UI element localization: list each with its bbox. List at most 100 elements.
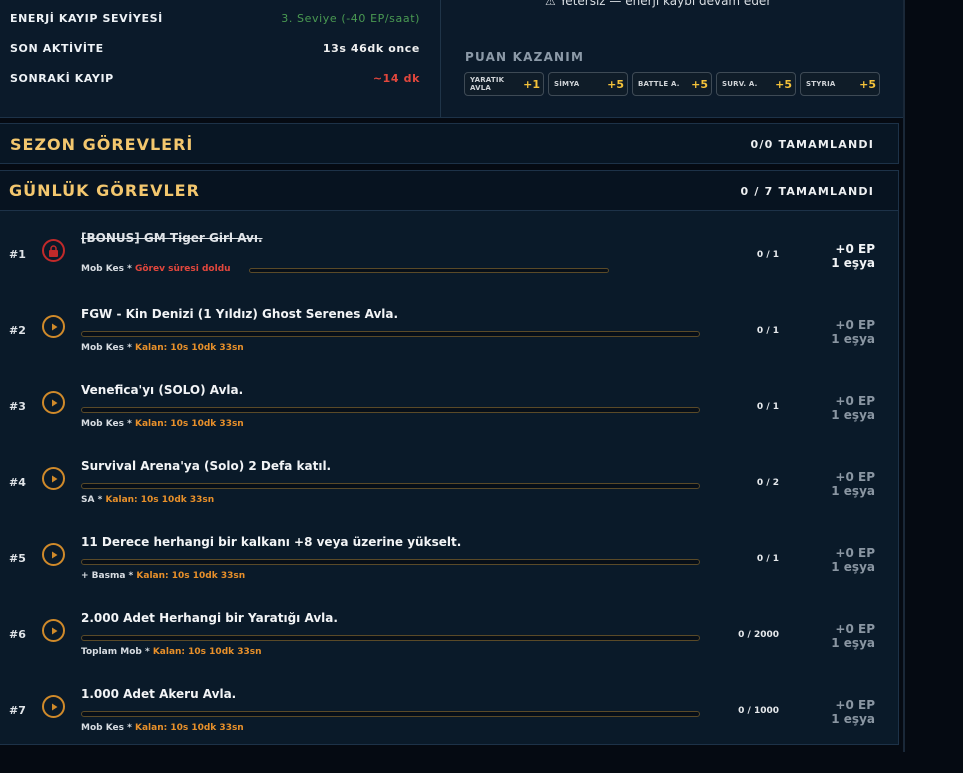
quest-reward: +0 EP 1 eşya — [815, 242, 875, 270]
next-loss-label: SONRAKİ KAYIP — [10, 71, 114, 85]
quest-progress: 0 / 1000 — [738, 706, 779, 716]
quest-category: Mob Kes * — [81, 419, 132, 429]
energy-panel: ENERJİ KAYIP SEVİYESİ 3. Seviye (-40 EP/… — [0, 0, 905, 118]
quest-row[interactable]: #5 11 Derece herhangi bir kalkanı +8 vey… — [0, 516, 899, 592]
quest-timer: Kalan: 10s 10dk 33sn — [105, 495, 215, 505]
quest-title: 1.000 Adet Akeru Avla. — [81, 687, 237, 701]
quest-subtitle: Mob Kes * Görev süresi doldu — [81, 264, 231, 274]
last-activity-label: SON AKTİVİTE — [10, 41, 104, 55]
quest-reward-ep: +0 EP — [835, 242, 875, 256]
quest-category: SA * — [81, 495, 103, 505]
quest-progress: 0 / 2 — [756, 478, 779, 488]
quest-row[interactable]: #7 1.000 Adet Akeru Avla. Mob Kes * Kala… — [0, 668, 899, 744]
play-icon[interactable] — [42, 543, 65, 566]
quest-status: Görev süresi doldu — [134, 264, 231, 274]
quest-progress-bar — [81, 559, 700, 565]
play-icon[interactable] — [42, 695, 65, 718]
quest-progress: 0 / 1 — [756, 326, 779, 336]
season-quests-header[interactable]: SEZON GÖREVLERİ 0/0 TAMAMLANDI — [0, 123, 899, 164]
quest-progress-bar — [81, 331, 700, 337]
play-icon[interactable] — [42, 391, 65, 414]
energy-level-label: ENERJİ KAYIP SEVİYESİ — [10, 11, 163, 25]
quest-timer: Kalan: 10s 10dk 33sn — [136, 571, 246, 581]
quest-category: Mob Kes * — [81, 264, 132, 274]
energy-warning: ⚠ Yetersiz — enerji kaybı devam eder — [545, 0, 772, 8]
puan-title: PUAN KAZANIM — [465, 50, 585, 64]
daily-quests-header[interactable]: GÜNLÜK GÖREVLER 0 / 7 TAMAMLANDI — [0, 171, 898, 211]
quest-row[interactable]: #4 Survival Arena'ya (Solo) 2 Defa katıl… — [0, 440, 899, 516]
quest-row[interactable]: #1 [BONUS] GM Tiger Girl Avı. Mob Kes * … — [0, 212, 899, 288]
quest-subtitle: Toplam Mob * Kalan: 10s 10dk 33sn — [81, 647, 262, 657]
quest-title: Venefica'yı (SOLO) Avla. — [81, 383, 244, 397]
quest-reward-ep: +0 EP — [835, 470, 875, 484]
quest-row[interactable]: #6 2.000 Adet Herhangi bir Yaratığı Avla… — [0, 592, 899, 668]
season-quests-count: 0/0 TAMAMLANDI — [750, 138, 874, 151]
puan-button-yaratik[interactable]: YARATIK AVLA +1 — [464, 72, 544, 96]
quest-progress: 0 / 1 — [756, 250, 779, 260]
lock-icon — [42, 239, 65, 262]
quest-timer: Kalan: 10s 10dk 33sn — [152, 647, 262, 657]
quest-number: #2 — [9, 324, 26, 337]
puan-button-label: YARATIK AVLA — [470, 76, 505, 92]
quest-number: #1 — [9, 248, 26, 261]
energy-level-value: 3. Seviye (-40 EP/saat) — [281, 11, 420, 25]
quest-row[interactable]: #2 FGW - Kin Denizi (1 Yıldız) Ghost Ser… — [0, 288, 899, 364]
quest-reward: +0 EP 1 eşya — [815, 546, 875, 574]
last-activity-row: SON AKTİVİTE 13s 46dk once — [10, 40, 420, 56]
quest-number: #5 — [9, 552, 26, 565]
puan-button-simya[interactable]: SİMYA +5 — [548, 72, 628, 96]
puan-button-label: SURV. A. — [722, 80, 758, 88]
play-icon[interactable] — [42, 467, 65, 490]
quest-reward: +0 EP 1 eşya — [815, 622, 875, 650]
quest-timer: Kalan: 10s 10dk 33sn — [134, 419, 244, 429]
daily-quests-panel: GÜNLÜK GÖREVLER 0 / 7 TAMAMLANDI #1 [BON… — [0, 170, 899, 745]
play-icon[interactable] — [42, 315, 65, 338]
quest-title: 11 Derece herhangi bir kalkanı +8 veya ü… — [81, 535, 462, 549]
quest-progress-bar — [249, 268, 609, 273]
quest-reward-ep: +0 EP — [835, 546, 875, 560]
quest-category: Mob Kes * — [81, 343, 132, 353]
daily-quests-title: GÜNLÜK GÖREVLER — [9, 181, 200, 200]
season-quests-title: SEZON GÖREVLERİ — [10, 135, 194, 154]
quest-subtitle: Mob Kes * Kalan: 10s 10dk 33sn — [81, 343, 244, 353]
quest-reward-items: 1 eşya — [831, 712, 875, 726]
quest-number: #7 — [9, 704, 26, 717]
energy-level-row: ENERJİ KAYIP SEVİYESİ 3. Seviye (-40 EP/… — [10, 10, 420, 26]
puan-button-value: +5 — [775, 77, 792, 91]
quest-reward-items: 1 eşya — [831, 256, 875, 270]
quest-number: #6 — [9, 628, 26, 641]
quest-reward: +0 EP 1 eşya — [815, 394, 875, 422]
quest-reward: +0 EP 1 eşya — [815, 698, 875, 726]
next-loss-value: ~14 dk — [372, 71, 420, 85]
quest-subtitle: + Basma * Kalan: 10s 10dk 33sn — [81, 571, 245, 581]
quest-progress-bar — [81, 711, 700, 717]
quest-reward-items: 1 eşya — [831, 560, 875, 574]
quest-title: 2.000 Adet Herhangi bir Yaratığı Avla. — [81, 611, 338, 625]
puan-button-value: +5 — [859, 77, 876, 91]
last-activity-value: 13s 46dk once — [322, 41, 420, 55]
play-icon[interactable] — [42, 619, 65, 642]
quest-timer: Kalan: 10s 10dk 33sn — [134, 723, 244, 733]
next-loss-row: SONRAKİ KAYIP ~14 dk — [10, 70, 420, 86]
puan-button-battle[interactable]: BATTLE A. +5 — [632, 72, 712, 96]
puan-button-label: BATTLE A. — [638, 80, 680, 88]
quest-subtitle: SA * Kalan: 10s 10dk 33sn — [81, 495, 214, 505]
quest-progress-bar — [81, 483, 700, 489]
quest-subtitle: Mob Kes * Kalan: 10s 10dk 33sn — [81, 419, 244, 429]
puan-button-value: +5 — [691, 77, 708, 91]
puan-button-label: SİMYA — [554, 80, 580, 88]
quest-reward-ep: +0 EP — [835, 394, 875, 408]
quest-progress-bar — [81, 635, 700, 641]
quest-subtitle: Mob Kes * Kalan: 10s 10dk 33sn — [81, 723, 244, 733]
puan-button-label: STYRIA — [806, 80, 836, 88]
panel-scrollbar[interactable] — [903, 0, 905, 752]
quest-title: Survival Arena'ya (Solo) 2 Defa katıl. — [81, 459, 332, 473]
puan-button-value: +5 — [607, 77, 624, 91]
quest-timer: Kalan: 10s 10dk 33sn — [134, 343, 244, 353]
puan-button-styria[interactable]: STYRIA +5 — [800, 72, 880, 96]
quest-reward-items: 1 eşya — [831, 408, 875, 422]
puan-button-surv[interactable]: SURV. A. +5 — [716, 72, 796, 96]
quest-title: [BONUS] GM Tiger Girl Avı. — [81, 231, 263, 245]
quest-row[interactable]: #3 Venefica'yı (SOLO) Avla. Mob Kes * Ka… — [0, 364, 899, 440]
quest-reward: +0 EP 1 eşya — [815, 318, 875, 346]
